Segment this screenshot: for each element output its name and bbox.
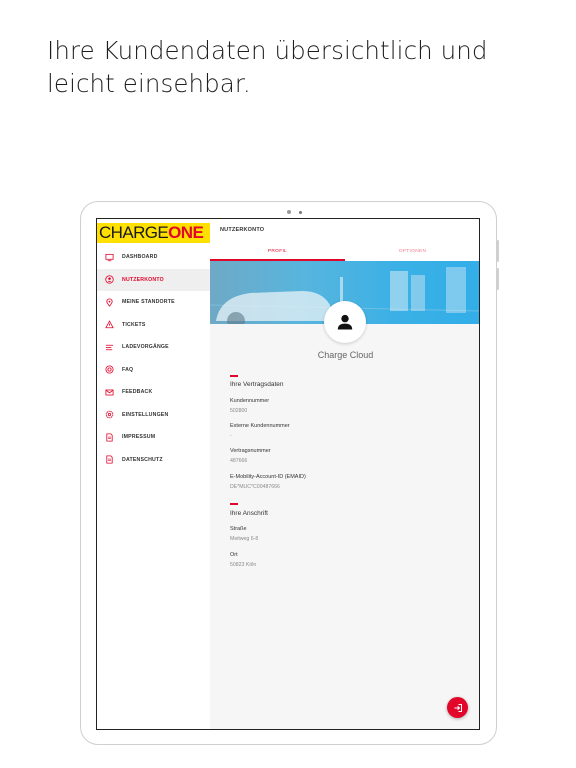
user-circle-icon [104,275,114,285]
sidebar-item-faq[interactable]: FAQ [97,359,210,382]
section-accent [230,503,238,505]
tab-optionen[interactable]: OPTIONEN [345,249,479,254]
sidebar-item-label: FEEDBACK [122,389,153,396]
field-value: 487666 [230,458,248,464]
sidebar-item-label: NUTZERKONTO [122,276,164,283]
sidebar-item-datenschutz[interactable]: DATENSCHUTZ [97,449,210,472]
mail-icon [104,387,114,397]
map-pin-icon [104,297,114,307]
logo-part-one: ONE [168,223,204,242]
sidebar-item-label: TICKETS [122,321,146,328]
headline: Ihre Kundendaten übersichtlich und leich… [47,36,488,98]
monitor-icon [104,252,114,262]
sidebar-item-label: EINSTELLUNGEN [122,411,169,418]
field-value: 50823 Köln [230,562,257,568]
sidebar-item-ladevorgaenge[interactable]: LADEVORGÄNGE [97,336,210,359]
camera-dot [287,210,291,214]
help-icon [104,365,114,375]
document-icon [104,455,114,465]
field-value: DE*MUC*C00487666 [230,484,280,490]
avatar[interactable] [324,301,366,343]
sidebar-nav: DASHBOARD NUTZERKONTO MEINE STANDORTE TI… [97,246,210,471]
app-screen: CHARGEONE DASHBOARD NUTZERKONTO MEINE ST… [96,218,480,730]
field-label: Vertragsnummer [230,448,271,454]
field-value: Meitweg 6-8 [230,536,259,542]
logout-button[interactable] [447,697,468,718]
document-icon [104,432,114,442]
sidebar-item-label: DATENSCHUTZ [122,456,163,463]
sidebar-item-label: FAQ [122,366,134,373]
sensor-dot [299,210,302,214]
page-title: NUTZERKONTO [220,227,265,233]
sidebar-item-label: LADEVORGÄNGE [122,344,169,351]
field-label: E-Mobility-Account-ID (EMAID) [230,474,306,480]
volume-button [497,240,499,262]
field-label: Ort [230,552,238,558]
field-label: Kundennummer [230,398,270,404]
top-bar: NUTZERKONTO PROFIL OPTIONEN [210,219,479,261]
sidebar-item-label: MEINE STANDORTE [122,299,175,306]
sidebar-item-feedback[interactable]: FEEDBACK [97,381,210,404]
section-title-address: Ihre Anschrift [230,510,268,517]
sidebar-item-nutzerkonto[interactable]: NUTZERKONTO [97,268,210,291]
sidebar-item-einstellungen[interactable]: EINSTELLUNGEN [97,404,210,427]
sidebar-item-meine-standorte[interactable]: MEINE STANDORTE [97,291,210,314]
tab-profil[interactable]: PROFIL [210,249,345,254]
sidebar: CHARGEONE DASHBOARD NUTZERKONTO MEINE ST… [97,219,210,729]
gear-icon [104,410,114,420]
main-content: NUTZERKONTO PROFIL OPTIONEN Charge Cloud… [210,219,479,729]
field-value: 502800 [230,408,248,414]
list-icon [104,342,114,352]
person-icon [337,314,353,330]
sidebar-item-label: DASHBOARD [122,254,158,261]
chargeone-logo[interactable]: CHARGEONE [97,223,210,243]
section-accent [230,375,238,377]
profile-name: Charge Cloud [317,350,374,360]
field-label: Externe Kundennummer [230,423,290,429]
field-label: Straße [230,526,247,532]
logo-part-charge: CHARGE [99,223,169,242]
warning-icon [104,320,114,330]
sidebar-item-tickets[interactable]: TICKETS [97,314,210,337]
volume-button [497,268,499,290]
sidebar-item-label: IMPRESSUM [122,434,156,441]
section-title-contract: Ihre Vertragsdaten [230,381,284,388]
sidebar-item-impressum[interactable]: IMPRESSUM [97,426,210,449]
field-value: - [230,433,232,439]
sidebar-item-dashboard[interactable]: DASHBOARD [97,246,210,269]
logout-icon [454,703,462,712]
